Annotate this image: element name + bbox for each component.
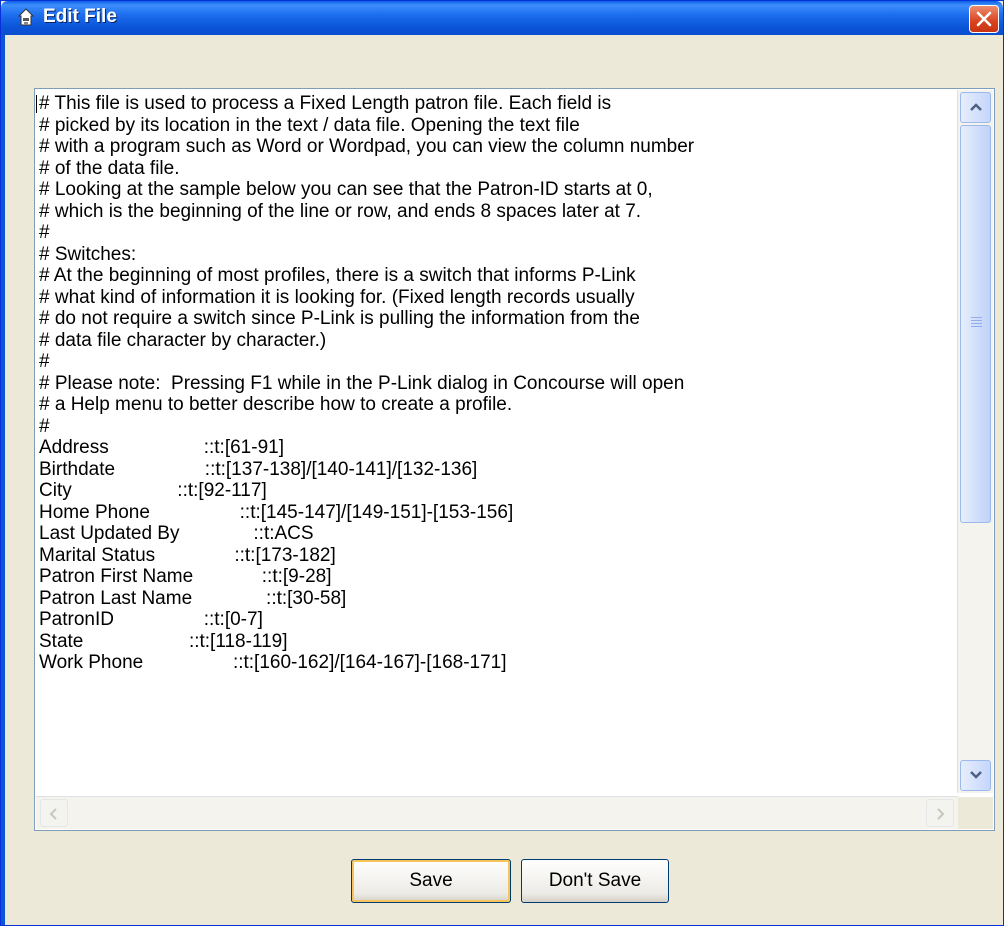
horizontal-scrollbar[interactable] xyxy=(36,796,958,829)
editor-line: # with a program such as Word or Wordpad… xyxy=(39,136,695,157)
scroll-up-arrow-icon xyxy=(970,103,982,111)
close-button[interactable] xyxy=(969,5,999,33)
editor-line: # At the beginning of most profiles, the… xyxy=(39,265,636,286)
thumb-grip xyxy=(971,326,982,327)
editor-line: # This file is used to process a Fixed L… xyxy=(39,93,612,114)
editor-line: # which is the beginning of the line or … xyxy=(39,200,642,222)
text-caret xyxy=(36,95,37,113)
editor-line: # Switches: xyxy=(39,243,137,265)
editor-line: # of the data file. xyxy=(39,157,180,179)
editor-line: # data file character by character.) xyxy=(39,329,327,351)
vertical-scrollbar[interactable] xyxy=(957,90,993,793)
editor-line: # Please note: Pressing F1 while in the … xyxy=(39,372,685,394)
editor-line: PatronID ::t:[0-7] xyxy=(39,609,263,630)
editor-line: # xyxy=(39,415,50,437)
edit-file-window: Edit File # This file is used to process… xyxy=(0,0,1004,926)
close-icon xyxy=(976,11,992,27)
scroll-left-arrow-icon xyxy=(49,808,57,820)
editor-line: Patron First Name ::t:[9-28] xyxy=(39,566,332,587)
window-title: Edit File xyxy=(43,6,117,27)
editor-line: # xyxy=(39,351,50,372)
file-editor[interactable]: # This file is used to process a Fixed L… xyxy=(34,88,995,831)
scroll-down-button[interactable] xyxy=(960,760,991,791)
window-left-border xyxy=(1,35,5,925)
editor-line: # xyxy=(39,222,50,243)
scroll-left-button[interactable] xyxy=(40,799,68,827)
scroll-right-arrow-icon xyxy=(937,808,945,820)
editor-line: # Looking at the sample below you can se… xyxy=(39,179,653,200)
editor-line: State ::t:[118-119] xyxy=(39,630,288,652)
editor-line: # a Help menu to better describe how to … xyxy=(39,394,513,415)
editor-line: # picked by its location in the text / d… xyxy=(39,114,580,136)
editor-line: Work Phone ::t:[160-162]/[164-167]-[168-… xyxy=(39,652,507,673)
title-bar[interactable]: Edit File xyxy=(1,1,1003,35)
scroll-thumb[interactable] xyxy=(960,125,991,523)
editor-line: City ::t:[92-117] xyxy=(39,480,267,501)
editor-line: Last Updated By ::t:ACS xyxy=(39,523,314,544)
editor-line: Address ::t:[61-91] xyxy=(39,437,284,458)
thumb-grip xyxy=(971,320,982,321)
save-button[interactable]: Save xyxy=(351,859,511,903)
app-icon xyxy=(15,7,37,29)
scroll-right-button[interactable] xyxy=(926,799,954,827)
scroll-down-arrow-icon xyxy=(970,771,982,779)
dont-save-button[interactable]: Don't Save xyxy=(521,859,669,903)
scrollbar-corner xyxy=(958,797,993,829)
editor-line: # what kind of information it is looking… xyxy=(39,286,635,308)
editor-text-area[interactable]: # This file is used to process a Fixed L… xyxy=(39,93,951,793)
thumb-grip xyxy=(971,323,982,324)
editor-line: Birthdate ::t:[137-138]/[140-141]/[132-1… xyxy=(39,458,478,480)
editor-line: Marital Status ::t:[173-182] xyxy=(39,544,336,566)
editor-line: Home Phone ::t:[145-147]/[149-151]-[153-… xyxy=(39,501,514,523)
editor-line: Patron Last Name ::t:[30-58] xyxy=(39,587,347,609)
editor-line: # do not require a switch since P-Link i… xyxy=(39,308,640,329)
scroll-up-button[interactable] xyxy=(960,92,991,123)
thumb-grip xyxy=(971,317,982,318)
